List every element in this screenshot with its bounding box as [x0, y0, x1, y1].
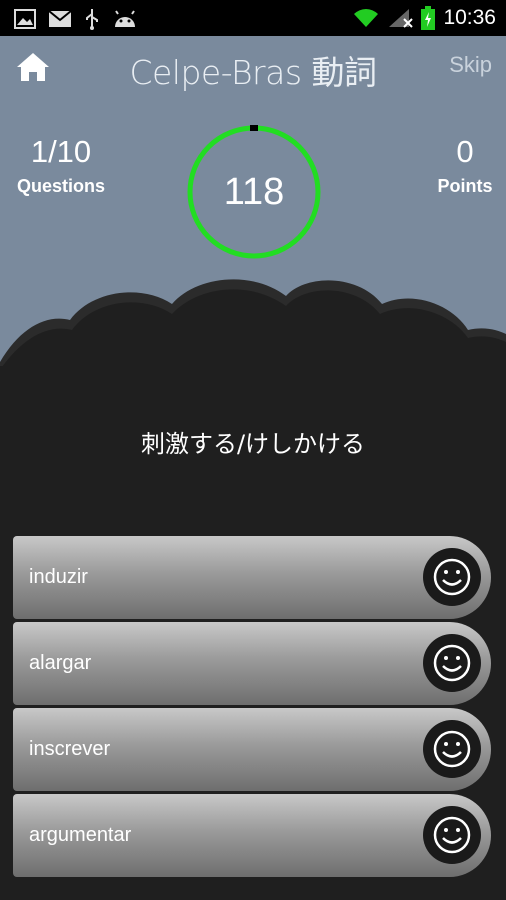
status-right: 10:36 [353, 6, 496, 30]
answer-label: alargar [29, 652, 92, 674]
smiley-icon [423, 720, 481, 778]
smiley-icon [423, 634, 481, 692]
android-icon [115, 10, 135, 27]
status-left-icons [14, 8, 138, 30]
answer-option[interactable]: induzir [13, 536, 491, 619]
image-icon [14, 9, 36, 29]
answer-label: argumentar [29, 824, 132, 846]
answer-option[interactable]: alargar [13, 622, 491, 705]
smiley-icon [423, 548, 481, 606]
mail-icon [48, 10, 72, 27]
points-count: 0 [456, 134, 474, 169]
question-text: 刺激する/けしかける [140, 430, 366, 458]
points-stat: 0 Points [410, 134, 506, 197]
status-time: 10:36 [443, 6, 496, 29]
answer-option[interactable]: argumentar [13, 794, 491, 877]
questions-stat: 1/10 Questions [6, 134, 116, 197]
answer-list: induzir alargar inscrever argumentar [13, 536, 491, 880]
skip-button[interactable]: Skip [449, 52, 492, 78]
answer-option[interactable]: inscrever [13, 708, 491, 791]
answer-label: inscrever [29, 738, 111, 760]
smiley-icon [423, 806, 481, 864]
countdown-timer: 118 [184, 122, 324, 262]
signal-icon [389, 9, 414, 28]
timer-value: 118 [223, 170, 285, 213]
page-title: Celpe-Bras 動詞 [129, 53, 377, 92]
status-bar: 10:36 [0, 0, 506, 36]
questions-count: 1/10 [30, 134, 92, 169]
battery-icon [421, 6, 436, 30]
points-label: Points [437, 176, 493, 196]
usb-icon [86, 9, 98, 30]
wifi-icon [354, 9, 379, 27]
answer-label: induzir [29, 566, 88, 588]
questions-label: Questions [16, 176, 105, 196]
